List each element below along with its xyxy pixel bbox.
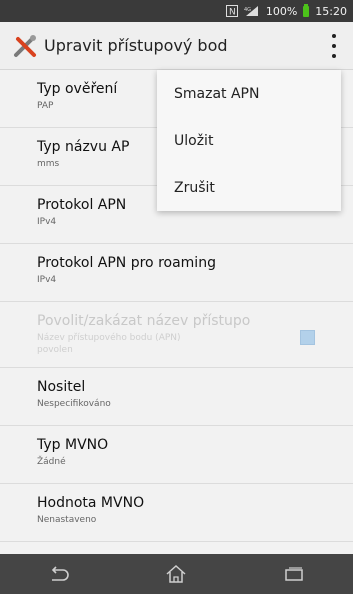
signal-icon: 4G — [244, 5, 260, 17]
menu-item-save[interactable]: Uložit — [157, 117, 341, 164]
battery-icon — [303, 3, 310, 17]
setting-title: Protokol APN pro roaming — [37, 255, 216, 271]
setting-value: Nespecifikováno — [37, 399, 111, 409]
setting-value: IPv4 — [37, 275, 57, 285]
apn-enable-checkbox — [300, 330, 315, 345]
navigation-bar — [0, 554, 353, 594]
setting-title: Povolit/zakázat název přístupo — [37, 313, 251, 329]
svg-text:N: N — [229, 8, 236, 18]
tools-icon — [12, 33, 38, 59]
recent-apps-icon — [285, 567, 303, 581]
battery-percent: 100% — [265, 4, 298, 18]
clock: 15:20 — [315, 4, 347, 18]
nfc-icon: N — [225, 5, 238, 18]
setting-apn-enable: Povolit/zakázat název přístupo Název pří… — [0, 302, 353, 368]
menu-item-delete-apn[interactable]: Smazat APN — [157, 70, 341, 117]
action-bar: Upravit přístupový bod — [0, 22, 353, 70]
menu-item-cancel[interactable]: Zrušit — [157, 164, 341, 211]
setting-value: Žádné — [37, 457, 66, 467]
recent-apps-button[interactable] — [274, 560, 314, 588]
setting-bearer[interactable]: Nositel Nespecifikováno — [0, 368, 353, 426]
setting-mvno-value[interactable]: Hodnota MVNO Nenastaveno — [0, 484, 353, 542]
home-button[interactable] — [156, 560, 196, 588]
setting-title: Typ MVNO — [37, 437, 109, 453]
page-title: Upravit přístupový bod — [44, 36, 228, 55]
home-icon — [166, 564, 186, 583]
setting-title: Hodnota MVNO — [37, 495, 145, 511]
setting-title: Nositel — [37, 379, 86, 395]
setting-value: Nenastaveno — [37, 515, 97, 525]
setting-value: Název přístupového bodu (APN) povolen — [37, 333, 181, 355]
overflow-menu: Smazat APN Uložit Zrušit — [157, 70, 341, 211]
setting-value: IPv4 — [37, 217, 57, 227]
back-button[interactable] — [39, 560, 79, 588]
svg-text:4G: 4G — [244, 7, 251, 13]
overflow-menu-icon[interactable] — [331, 34, 337, 58]
setting-mvno-type[interactable]: Typ MVNO Žádné — [0, 426, 353, 484]
setting-apn-roaming-protocol[interactable]: Protokol APN pro roaming IPv4 — [0, 244, 353, 302]
back-icon — [51, 566, 69, 581]
status-bar: N 4G 100% 15:20 — [0, 0, 353, 22]
